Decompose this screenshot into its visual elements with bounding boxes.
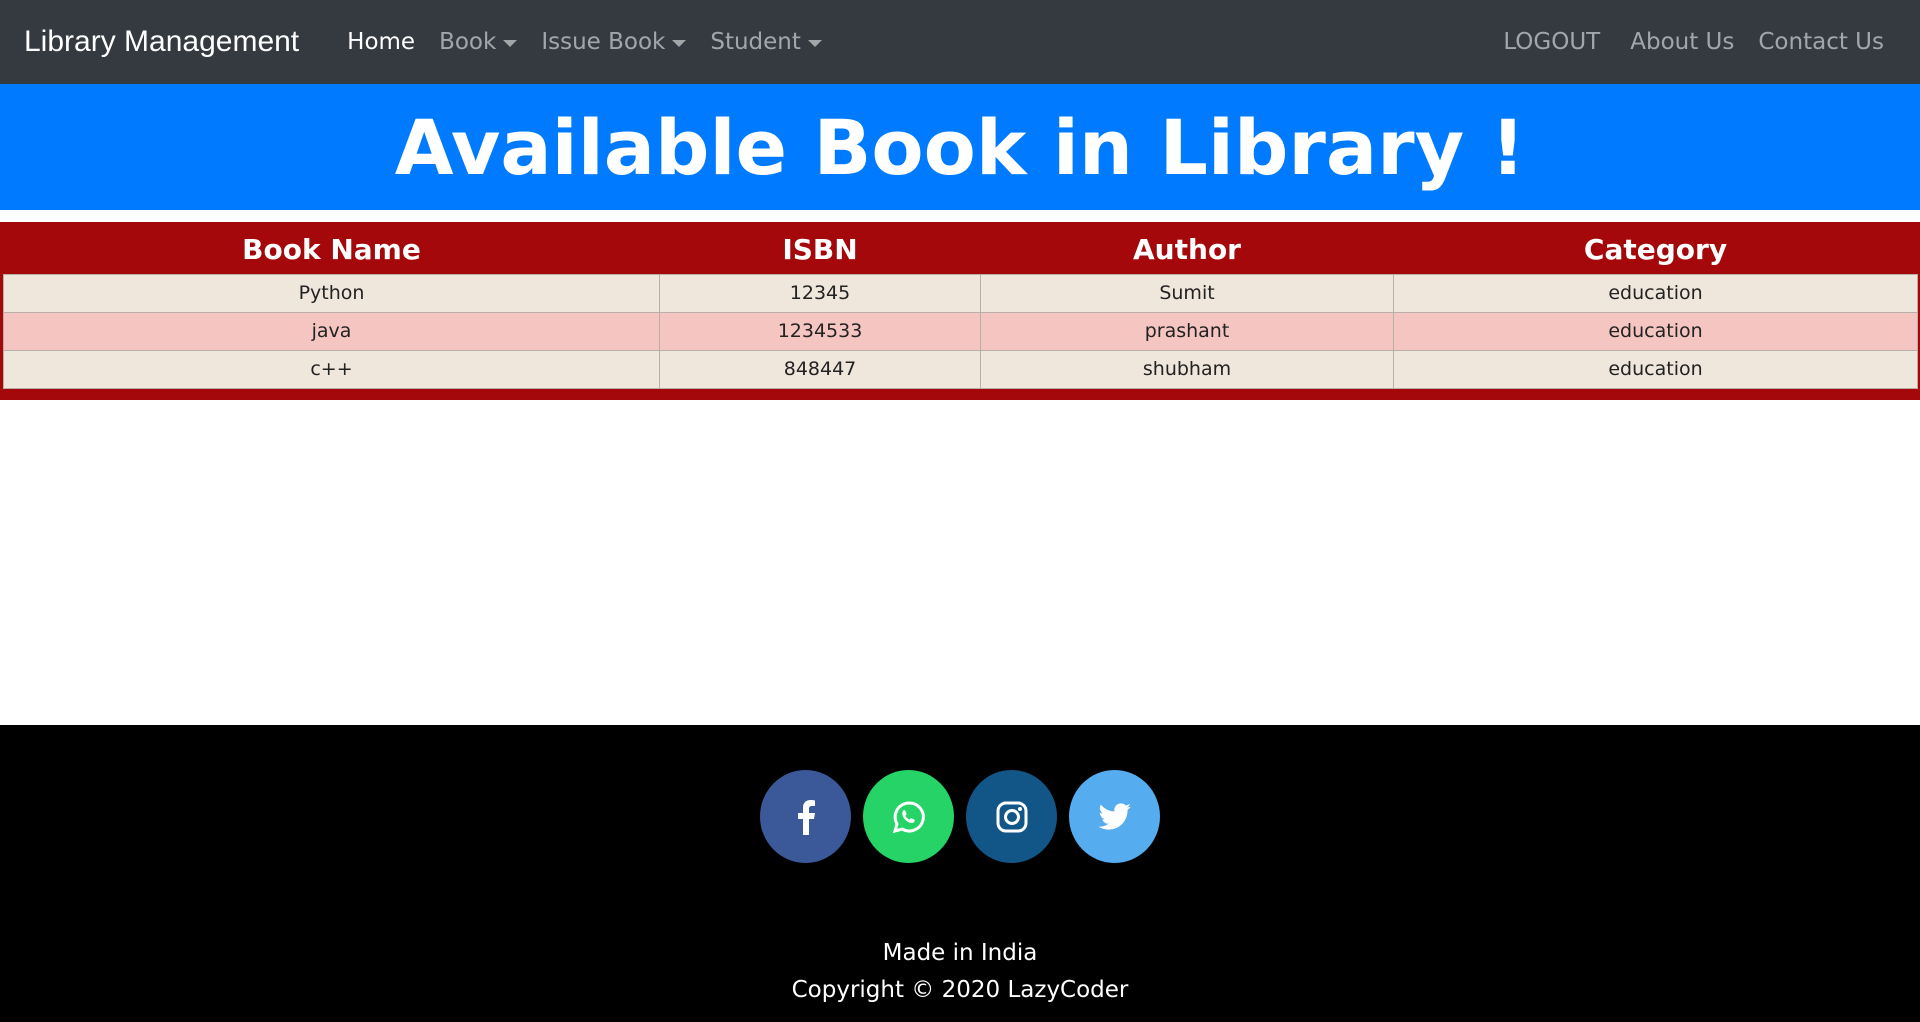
cell-category: education xyxy=(1393,273,1918,313)
cell-category: education xyxy=(1393,311,1918,351)
copyright-text: Copyright © 2020 LazyCoder xyxy=(791,977,1129,1003)
social-links xyxy=(760,770,1160,863)
nav-issue-book-label: Issue Book xyxy=(541,29,666,55)
table-row: c++ 848447 shubham education xyxy=(3,349,1918,389)
nav-student-dropdown[interactable]: Student xyxy=(698,29,834,55)
page-banner: Available Book in Library ! xyxy=(0,84,1920,210)
page-title: Available Book in Library ! xyxy=(394,102,1526,192)
footer-text: Made in India Copyright © 2020 LazyCoder xyxy=(0,935,1920,1009)
top-navbar: Library Management Home Book Issue Book … xyxy=(0,0,1920,84)
twitter-icon xyxy=(1098,802,1131,830)
navbar-right-menu: LOGOUT About Us Contact Us xyxy=(1491,0,1896,84)
instagram-icon xyxy=(996,801,1027,832)
nav-logout-link[interactable]: LOGOUT xyxy=(1491,29,1612,55)
cell-book-name: Python xyxy=(3,273,660,313)
column-header-category: Category xyxy=(1583,233,1728,267)
cell-author: Sumit xyxy=(980,273,1394,313)
books-table: Book Name ISBN Author Category Python 12… xyxy=(3,222,1918,389)
whatsapp-button[interactable] xyxy=(863,770,954,863)
column-header-isbn: ISBN xyxy=(782,233,858,267)
caret-down-icon xyxy=(807,39,822,47)
nav-book-dropdown[interactable]: Book xyxy=(427,29,529,55)
page-footer: Made in India Copyright © 2020 LazyCoder xyxy=(0,725,1920,1022)
instagram-button[interactable] xyxy=(966,770,1057,863)
cell-isbn: 848447 xyxy=(659,349,981,389)
facebook-icon xyxy=(797,799,815,835)
cell-book-name: c++ xyxy=(3,349,660,389)
nav-home-label: Home xyxy=(347,29,416,55)
cell-category: education xyxy=(1393,349,1918,389)
books-table-container: Book Name ISBN Author Category Python 12… xyxy=(0,222,1920,400)
cell-author: shubham xyxy=(980,349,1394,389)
cell-author: prashant xyxy=(980,311,1394,351)
nav-book-label: Book xyxy=(439,29,497,55)
nav-home-link[interactable]: Home xyxy=(335,29,427,55)
caret-down-icon xyxy=(672,39,687,47)
nav-student-label: Student xyxy=(710,29,801,55)
table-row: java 1234533 prashant education xyxy=(3,311,1918,351)
whatsapp-icon xyxy=(892,800,925,833)
cell-book-name: java xyxy=(3,311,660,351)
column-header-author: Author xyxy=(1133,233,1241,267)
nav-issue-book-dropdown[interactable]: Issue Book xyxy=(529,29,698,55)
twitter-button[interactable] xyxy=(1069,770,1160,863)
made-in-text: Made in India xyxy=(882,940,1038,966)
nav-contact-us-link[interactable]: Contact Us xyxy=(1746,29,1896,55)
navbar-brand[interactable]: Library Management xyxy=(24,25,299,59)
cell-isbn: 1234533 xyxy=(659,311,981,351)
facebook-button[interactable] xyxy=(760,770,851,863)
nav-about-us-link[interactable]: About Us xyxy=(1618,29,1746,55)
caret-down-icon xyxy=(503,39,518,47)
table-row: Python 12345 Sumit education xyxy=(3,273,1918,313)
cell-isbn: 12345 xyxy=(659,273,981,313)
navbar-left-menu: Home Book Issue Book Student xyxy=(335,0,834,84)
column-header-book-name: Book Name xyxy=(242,233,421,267)
table-header-row: Book Name ISBN Author Category xyxy=(4,222,1918,274)
